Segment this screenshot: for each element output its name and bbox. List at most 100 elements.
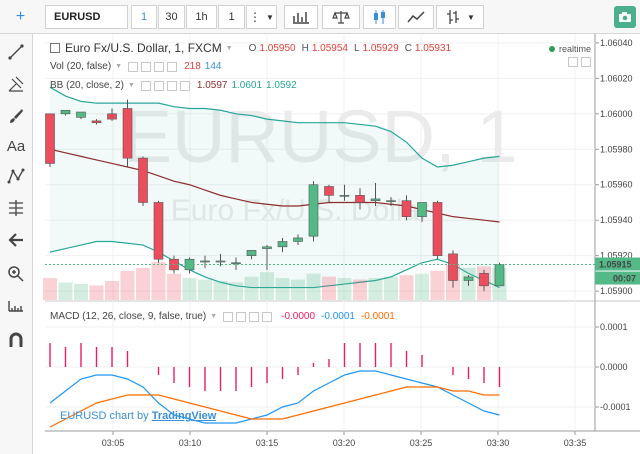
candle-body <box>324 186 334 196</box>
low-label: L <box>353 42 360 54</box>
zoom-tool[interactable] <box>4 262 28 286</box>
volume-bar <box>120 270 135 300</box>
macd-legend: MACD (12, 26, close, 9, false, true) ▼ -… <box>50 311 395 322</box>
interval-menu-button[interactable]: ⋮ ▼ <box>246 5 277 29</box>
text-tool[interactable]: Aa <box>4 134 28 158</box>
candle-body <box>60 109 71 115</box>
macd-histogram-value: -0.0000 <box>281 311 316 322</box>
bar-type-menu-button[interactable]: ▼ <box>436 5 484 29</box>
candlestick-icon <box>373 10 385 24</box>
realtime-dot-icon <box>549 46 555 52</box>
price-tick-label: 1.05960 <box>600 180 633 190</box>
volume-remove-button[interactable] <box>154 61 165 72</box>
trend-line-tool[interactable] <box>4 40 28 64</box>
open-label: O <box>248 42 257 54</box>
brush-tool[interactable] <box>4 104 28 128</box>
volume-settings-button[interactable] <box>141 61 152 72</box>
pane-controls <box>565 57 591 67</box>
camera-icon <box>619 12 631 22</box>
low-value: 1.05929 <box>362 42 399 54</box>
pattern-tool[interactable] <box>4 164 28 188</box>
macd-tick-label: 0.0001 <box>600 322 628 332</box>
balance-scale-icon <box>332 11 350 24</box>
macd-visibility-button[interactable] <box>223 311 234 322</box>
candle-body <box>417 202 427 217</box>
bollinger-remove-button[interactable] <box>166 80 177 91</box>
time-tick-label: 03:20 <box>333 438 356 448</box>
symbol-search-field[interactable]: EURUSD <box>45 5 128 29</box>
fib-tool[interactable] <box>4 196 28 220</box>
volume-bar <box>167 273 181 300</box>
countdown-label: 00:07 <box>613 274 636 284</box>
measure-tool[interactable] <box>4 294 28 318</box>
pane-maximize-button[interactable] <box>581 57 591 67</box>
candle-body <box>432 202 443 256</box>
back-tool[interactable] <box>4 228 28 252</box>
zoom-icon <box>8 266 24 282</box>
chevron-down-icon: ▼ <box>467 12 475 22</box>
bollinger-settings-button[interactable] <box>153 80 164 91</box>
macd-more-button[interactable] <box>262 311 273 322</box>
pane-minimize-button[interactable] <box>568 57 578 67</box>
candle-body <box>200 260 210 263</box>
candle-body <box>122 108 133 159</box>
volume-bar <box>43 278 57 300</box>
price-tick-label: 1.06020 <box>600 73 633 83</box>
macd-remove-button[interactable] <box>249 311 260 322</box>
high-label: H <box>301 42 309 54</box>
branding-prefix: EURUSD chart by <box>60 410 152 422</box>
volume-bar <box>244 276 259 300</box>
bollinger-visibility-button[interactable] <box>140 80 151 91</box>
line-chart-icon <box>407 11 425 23</box>
realtime-label: realtime <box>559 44 592 54</box>
magnet-tool[interactable] <box>4 328 28 352</box>
candle-body <box>308 184 319 237</box>
volume-bar <box>322 276 336 300</box>
interval-1-custom-button[interactable]: 1 <box>218 5 245 29</box>
high-value: 1.05954 <box>311 42 348 54</box>
compare-button[interactable] <box>322 5 360 29</box>
series-title: Euro Fx/U.S. Dollar, 1, FXCM <box>65 41 222 55</box>
crosshair-cursor-button[interactable]: + <box>4 5 37 29</box>
main-series-legend: Euro Fx/U.S. Dollar, 1, FXCM ▼ O 1.05950… <box>50 41 451 55</box>
pitchfork-tool[interactable] <box>4 72 28 96</box>
macd-tick-label: -0.0001 <box>600 402 631 412</box>
interval-1-button[interactable]: 1 <box>131 5 157 29</box>
time-tick-label: 03:35 <box>564 438 587 448</box>
branding-link[interactable]: TradingView <box>152 410 217 422</box>
candle-body <box>401 200 412 217</box>
vertical-dots-icon: ⋮ <box>249 10 262 24</box>
tradingview-branding[interactable]: EURUSD chart by TradingView <box>60 410 216 422</box>
candle-body <box>479 273 489 287</box>
snapshot-button[interactable] <box>614 6 636 28</box>
magnet-icon <box>9 332 23 347</box>
volume-ma-value: 144 <box>204 61 222 72</box>
chart-style-line-button[interactable] <box>398 5 434 29</box>
volume-bar <box>136 267 150 300</box>
volume-value: 218 <box>184 61 201 72</box>
close-value: 1.05931 <box>414 42 452 54</box>
bollinger-study-label: BB (20, close, 2) <box>50 80 124 91</box>
bollinger-more-button[interactable] <box>179 80 190 91</box>
candle-body <box>153 202 164 260</box>
measure-icon <box>8 301 23 312</box>
interval-30-button[interactable]: 30 <box>158 5 185 29</box>
volume-more-button[interactable] <box>167 61 178 72</box>
bar-chart-icon <box>293 12 309 24</box>
candle-body <box>355 195 365 203</box>
volume-visibility-button[interactable] <box>128 61 139 72</box>
volume-bar <box>306 273 321 300</box>
indicators-button[interactable] <box>284 5 318 29</box>
interval-1h-button[interactable]: 1h <box>186 5 217 29</box>
macd-tick-label: 0.0000 <box>600 362 628 372</box>
macd-signal-value: -0.0001 <box>360 311 395 322</box>
candle-body <box>277 241 288 248</box>
back-arrow-icon <box>8 233 23 247</box>
chart-style-candles-button[interactable] <box>363 5 396 29</box>
volume-bar <box>229 282 243 300</box>
volume-bar <box>399 275 414 300</box>
volume-bar <box>58 282 73 300</box>
volume-bar <box>384 276 398 300</box>
realtime-status: realtime <box>549 44 591 54</box>
macd-settings-button[interactable] <box>236 311 247 322</box>
